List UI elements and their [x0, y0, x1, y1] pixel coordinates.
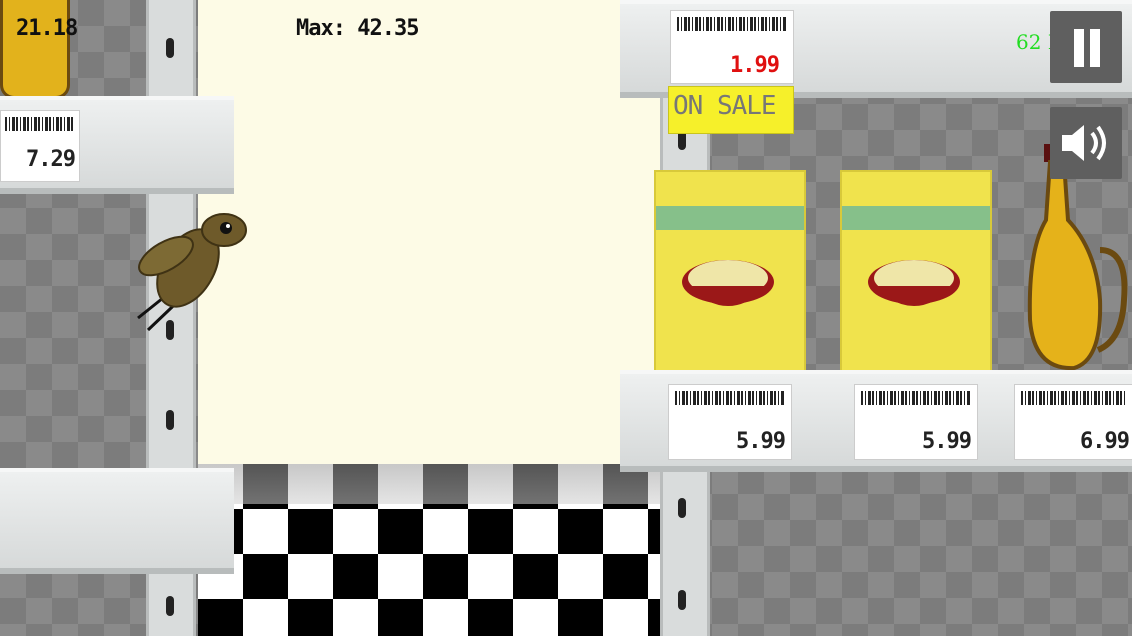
back-wall	[198, 0, 660, 464]
price-tag: 6.99	[1014, 384, 1132, 460]
barcode	[861, 391, 971, 405]
price-tag: 1.99	[670, 10, 794, 84]
price-label: 6.99	[1080, 429, 1130, 454]
post-hole	[678, 498, 686, 518]
sale-badge: ON SALE	[668, 86, 794, 134]
cereal-box	[840, 170, 992, 372]
pause-icon	[1074, 29, 1100, 67]
cockroach-player	[137, 213, 247, 332]
post-hole	[166, 38, 174, 58]
barcode	[677, 17, 787, 31]
price-label: 7.29	[26, 147, 76, 172]
box-stripe	[842, 206, 990, 230]
barcode	[5, 117, 75, 131]
post-hole	[166, 596, 174, 616]
sound-button[interactable]	[1050, 107, 1122, 179]
post-hole	[166, 410, 174, 430]
price-label: 5.99	[922, 429, 972, 454]
price-label: 5.99	[736, 429, 786, 454]
left-shelf-lower	[0, 468, 234, 574]
oil-jar	[0, 0, 70, 99]
barcode	[1021, 391, 1127, 405]
sale-badge-label: ON SALE	[673, 91, 777, 121]
pause-button[interactable]	[1050, 11, 1122, 83]
price-tag: 7.29	[0, 110, 80, 182]
cereal-bowl-icon	[682, 260, 774, 306]
max-time: Max: 42.35	[296, 16, 419, 41]
sale-price-label: 1.99	[730, 53, 780, 78]
box-stripe	[656, 206, 804, 230]
cereal-bowl-icon	[868, 260, 960, 306]
speaker-icon	[1062, 125, 1106, 161]
price-tag: 5.99	[854, 384, 978, 460]
barcode	[675, 391, 785, 405]
cereal-box	[654, 170, 806, 372]
current-time: 21.18	[16, 16, 78, 41]
post-hole	[678, 590, 686, 610]
price-tag: 5.99	[668, 384, 792, 460]
floor-shadow	[198, 464, 660, 504]
